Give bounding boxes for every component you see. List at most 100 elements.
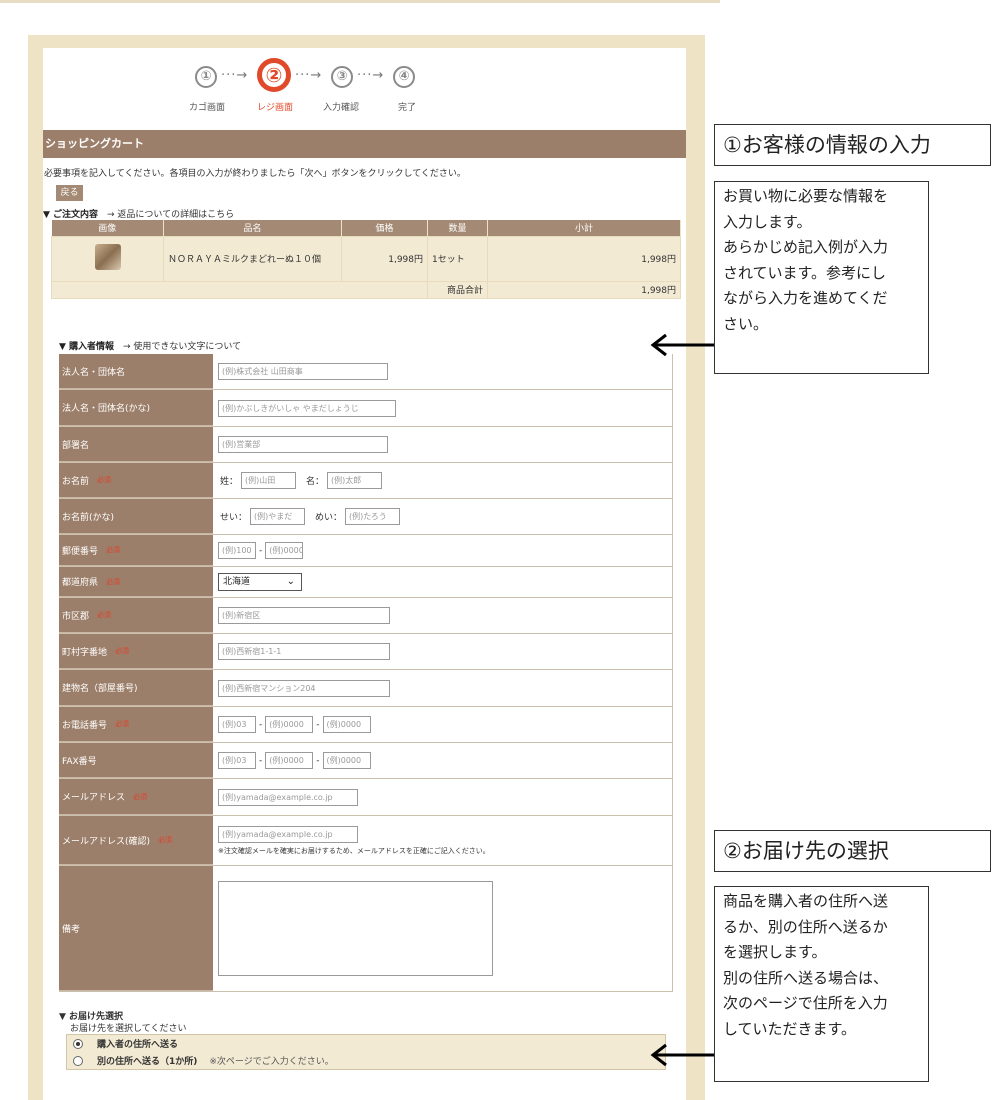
step-2-icon: ② [257,58,291,92]
fax-label: FAX番号 [59,743,213,778]
fax-field-3[interactable]: (例)0000 [322,752,371,769]
required-badge: 必須 [97,476,112,484]
first-name-field[interactable]: (例)太郎 [327,472,383,489]
company-kana-field[interactable]: (例)かぶしきがいしゃ やまだしょうじ [218,399,396,417]
email-row: メールアドレス 必須 (例)yamada@example.co.jp [59,779,673,816]
buyer-heading: ▼ 購入者情報 → 使用できない文字について [59,339,241,352]
department-field[interactable]: (例)営業部 [218,436,388,453]
annotation-2-line: 別の住所へ送る場合は、 [723,968,889,987]
building-label: 建物名（部屋番号) [59,670,213,706]
fax-field-2[interactable]: (例)0000 [265,752,314,769]
email-field[interactable]: (例)yamada@example.co.jp [218,788,358,806]
phone-field-1[interactable]: (例)03 [218,716,256,733]
product-qty: 1セット [427,235,488,282]
back-button[interactable]: 戻る [56,185,83,201]
name-kana-row: お名前(かな) せい： (例)やまだ めい： (例)たろう [59,499,673,535]
building-row: 建物名（部屋番号) (例)西新宿マンション204 [59,670,673,707]
city-field[interactable]: (例)新宿区 [218,607,390,624]
company-label: 法人名・団体名 [59,354,213,389]
postal-separator: - [259,545,263,556]
col-name: 品名 [163,220,342,236]
product-price: 1,998円 [341,235,428,282]
annotation-2-line: 商品を購入者の住所へ送 [723,892,889,910]
phone-separator: - [259,719,263,730]
name-label: お名前 [62,476,90,487]
company-field[interactable]: (例)株式会社 山田商事 [218,363,388,380]
last-name-field[interactable]: (例)山田 [241,472,297,489]
col-image: 画像 [51,220,164,236]
annotation-2-line: を選択します。 [723,943,827,962]
step-1-icon: ① [195,66,217,88]
annotation-2-line: していただきます。 [723,1019,857,1038]
cart-table: 画像 品名 価格 数量 小計 ＮＯＲＡＹＡミルクまどれーぬ１０個 1,998円 … [51,220,681,299]
annotation-1-line: されています。参考にし [723,263,887,282]
annotation-1-line: お買い物に必要な情報を [723,187,889,205]
annotation-2-line: るか、別の住所へ送るか [723,917,888,936]
annotation-1-line: あらかじめ記入例が入力 [723,238,889,257]
phone-field-2[interactable]: (例)0000 [265,716,314,733]
total-label: 商品合計 [427,280,488,299]
email-confirm-row: メールアドレス(確認) 必須 (例)yamada@example.co.jp ※注… [59,816,673,866]
col-subtotal: 小計 [487,220,681,236]
phone-separator: - [316,719,320,730]
first-name-kana-field[interactable]: (例)たろう [345,508,401,525]
city-row: 市区郡 必須 (例)新宿区 [59,598,673,634]
department-label: 部署名 [59,427,213,462]
delivery-option-label: 購入者の住所へ送る [97,1040,179,1050]
email-note: ※注文確認メールを確実にお届けするため、メールアドレスを正確にご記入ください。 [218,846,490,855]
email-label: メールアドレス [62,793,126,803]
step-arrow: ···→ [295,68,323,83]
required-badge: 必須 [115,720,130,728]
email-confirm-field[interactable]: (例)yamada@example.co.jp [218,825,358,843]
town-field[interactable]: (例)西新宿1-1-1 [218,643,390,660]
required-badge: 必須 [97,611,112,619]
delivery-subtext: お届け先を選択してください [70,1024,187,1034]
required-badge: 必須 [106,577,121,586]
total-row: 商品合計 1,998円 [51,280,681,299]
postal-field-1[interactable]: (例)100 [218,542,256,559]
name-row: お名前 必須 姓： (例)山田 名： (例)太郎 [59,463,673,499]
col-qty: 数量 [427,220,488,236]
annotation-1-line: ながら入力を進めてくだ [723,289,888,308]
step-3-icon: ③ [331,66,353,88]
phone-field-3[interactable]: (例)0000 [322,716,371,733]
last-name-kana-field[interactable]: (例)やまだ [250,508,306,525]
annotation-1-body: お買い物に必要な情報を 入力します。 あらかじめ記入例が入力 されています。参考… [714,181,929,374]
delivery-option-buyer[interactable]: 購入者の住所へ送る [67,1035,665,1052]
postal-field-2[interactable]: (例)0000 [265,542,304,559]
required-badge: 必須 [133,792,148,801]
radio-unselected[interactable] [73,1055,83,1066]
table-row: ＮＯＲＡＹＡミルクまどれーぬ１０個 1,998円 1セット 1,998円 [51,235,681,282]
required-badge: 必須 [115,647,130,655]
delivery-option-label: 別の住所へ送る（1か所) [97,1057,198,1067]
prefecture-select[interactable]: 北海道 ⌄ [218,573,302,591]
product-name: ＮＯＲＡＹＡミルクまどれーぬ１０個 [163,235,342,282]
sei-label: 姓： [220,477,239,487]
checkout-panel: ① ···→ ② ···→ ③ ···→ ④ カゴ画面 レジ画面 入力確認 完了… [43,48,686,1100]
annotation-1-title: ①お客様の情報の入力 [714,124,991,166]
buyer-form: 法人名・団体名 (例)株式会社 山田商事 法人名・団体名(かな) (例)かぶしき… [59,354,673,992]
memo-row: 備考 [59,866,673,992]
delivery-options: 購入者の住所へ送る 別の住所へ送る（1か所) ※次ページでご入力ください。 [66,1034,666,1070]
radio-selected[interactable] [73,1038,83,1049]
mei-label: 名： [306,477,325,487]
postal-label: 郵便番号 [62,546,99,557]
company-kana-label: 法人名・団体名(かな) [59,390,213,426]
step-3-label: 入力確認 [323,103,360,113]
memo-textarea[interactable] [218,881,493,976]
sei-kana-label: せい： [220,513,248,523]
fax-field-1[interactable]: (例)03 [218,752,256,769]
step-4-label: 完了 [398,103,417,113]
company-row: 法人名・団体名 (例)株式会社 山田商事 [59,354,673,390]
returns-link[interactable]: → 返品についての詳細はこちら [107,210,234,220]
delivery-option-other[interactable]: 別の住所へ送る（1か所) ※次ページでご入力ください。 [67,1052,665,1069]
product-subtotal: 1,998円 [487,235,681,282]
step-1-label: カゴ画面 [189,103,226,113]
instruction-text: 必要事項を記入してください。各項目の入力が終わりましたら「次へ」ボタンをクリック… [44,169,466,179]
chars-link[interactable]: → 使用できない文字について [123,342,241,352]
step-arrow: ···→ [357,68,385,83]
building-field[interactable]: (例)西新宿マンション204 [218,679,390,697]
required-badge: 必須 [158,836,173,844]
annotation-2-line: 次のページで住所を入力 [723,994,888,1013]
top-divider [0,0,720,3]
